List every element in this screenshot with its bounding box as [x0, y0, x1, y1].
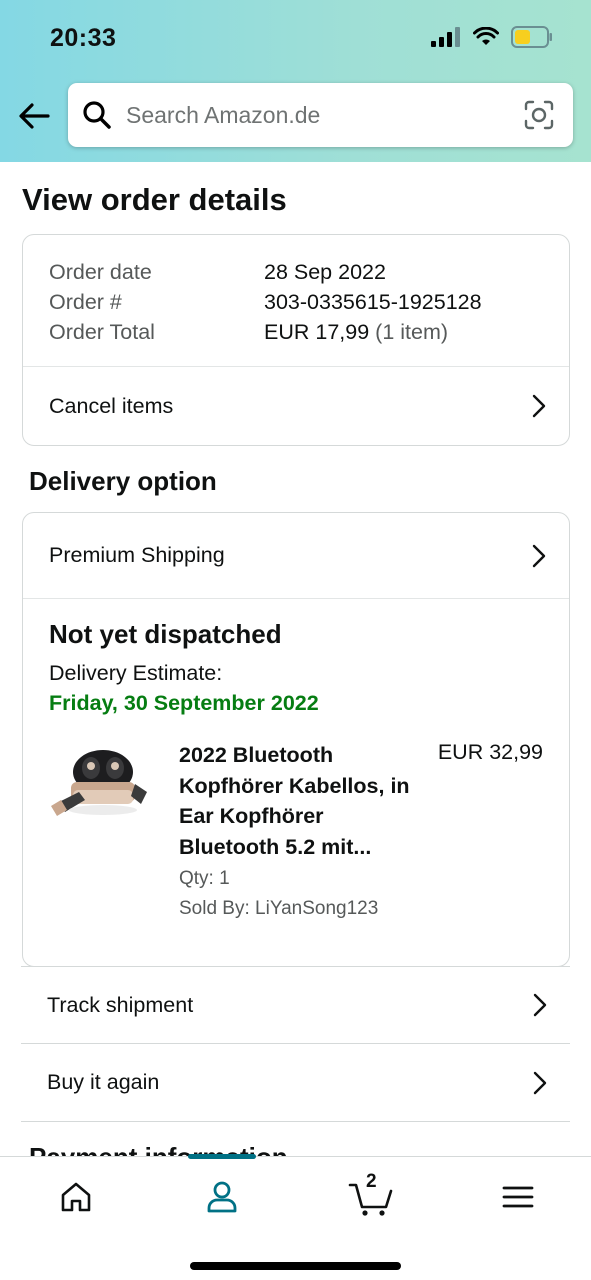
search-input[interactable]: [126, 101, 506, 129]
user-icon[interactable]: [202, 1177, 242, 1217]
cancel-items-label: Cancel items: [49, 393, 174, 418]
order-date-value: 28 Sep 2022: [264, 260, 386, 284]
shipment-details: Not yet dispatched Delivery Estimate: Fr…: [23, 599, 569, 950]
order-item[interactable]: 2022 Bluetooth Kopfhörer Kabellos, in Ea…: [49, 740, 543, 930]
order-total-amount: EUR 17,99: [264, 320, 370, 344]
track-shipment-label: Track shipment: [47, 992, 194, 1017]
cart-count-badge: 2: [366, 1171, 377, 1192]
buy-it-again-link[interactable]: Buy it again: [21, 1044, 570, 1122]
order-date-row: Order date 28 Sep 2022: [49, 257, 543, 287]
chevron-right-icon: [532, 394, 546, 418]
signal-icon: [431, 27, 460, 47]
shipment-status: Not yet dispatched: [49, 619, 282, 649]
cancel-items-link[interactable]: Cancel items: [23, 367, 569, 445]
chevron-right-icon: [532, 544, 546, 567]
order-item-count: (1 item): [375, 320, 449, 344]
product-image[interactable]: [49, 744, 153, 824]
order-total-label: Order Total: [49, 320, 155, 344]
delivery-section-title: Delivery option: [29, 466, 217, 496]
chevron-right-icon: [533, 993, 547, 1017]
premium-shipping-link[interactable]: Premium Shipping: [23, 513, 569, 599]
menu-icon[interactable]: [498, 1177, 538, 1217]
status-time: 20:33: [50, 24, 117, 52]
status-icons: [431, 26, 553, 48]
bottom-nav: 2: [0, 1154, 591, 1280]
back-arrow-icon[interactable]: [16, 98, 52, 134]
buy-it-again-label: Buy it again: [47, 1070, 160, 1094]
active-tab-indicator: [188, 1154, 256, 1159]
order-summary-card: Order date 28 Sep 2022 Order # 303-03356…: [22, 234, 570, 446]
delivery-estimate-date: Friday, 30 September 2022: [49, 691, 319, 715]
product-price: EUR 32,99: [437, 740, 543, 764]
battery-icon: [511, 26, 552, 48]
delivery-estimate-label: Delivery Estimate:: [49, 661, 223, 685]
product-quantity: Qty: 1: [179, 868, 230, 889]
search-box[interactable]: [68, 83, 573, 147]
page-title: View order details: [22, 182, 287, 217]
order-number-row: Order # 303-0335615-1925128: [49, 287, 543, 317]
order-summary: Order date 28 Sep 2022 Order # 303-03356…: [23, 235, 569, 367]
delivery-card: Premium Shipping Not yet dispatched Deli…: [22, 512, 570, 967]
header: 20:33: [0, 0, 591, 162]
order-number-value: 303-0335615-1925128: [264, 290, 482, 314]
search-icon: [83, 101, 111, 129]
track-shipment-link[interactable]: Track shipment: [21, 966, 570, 1044]
camera-scan-icon[interactable]: [523, 99, 555, 131]
wifi-icon: [473, 27, 499, 45]
product-seller: Sold By: LiYanSong123: [179, 898, 379, 919]
product-name[interactable]: 2022 Bluetooth Kopfhörer Kabellos, in Ea…: [179, 740, 419, 862]
order-total-value: EUR 17,99 (1 item): [264, 317, 448, 347]
home-indicator: [190, 1262, 401, 1270]
order-total-row: Order Total EUR 17,99 (1 item): [49, 317, 543, 347]
shipping-option-label: Premium Shipping: [49, 543, 225, 567]
home-icon[interactable]: [56, 1177, 96, 1217]
chevron-right-icon: [533, 1071, 547, 1094]
order-date-label: Order date: [49, 260, 152, 284]
order-number-label: Order #: [49, 290, 122, 314]
